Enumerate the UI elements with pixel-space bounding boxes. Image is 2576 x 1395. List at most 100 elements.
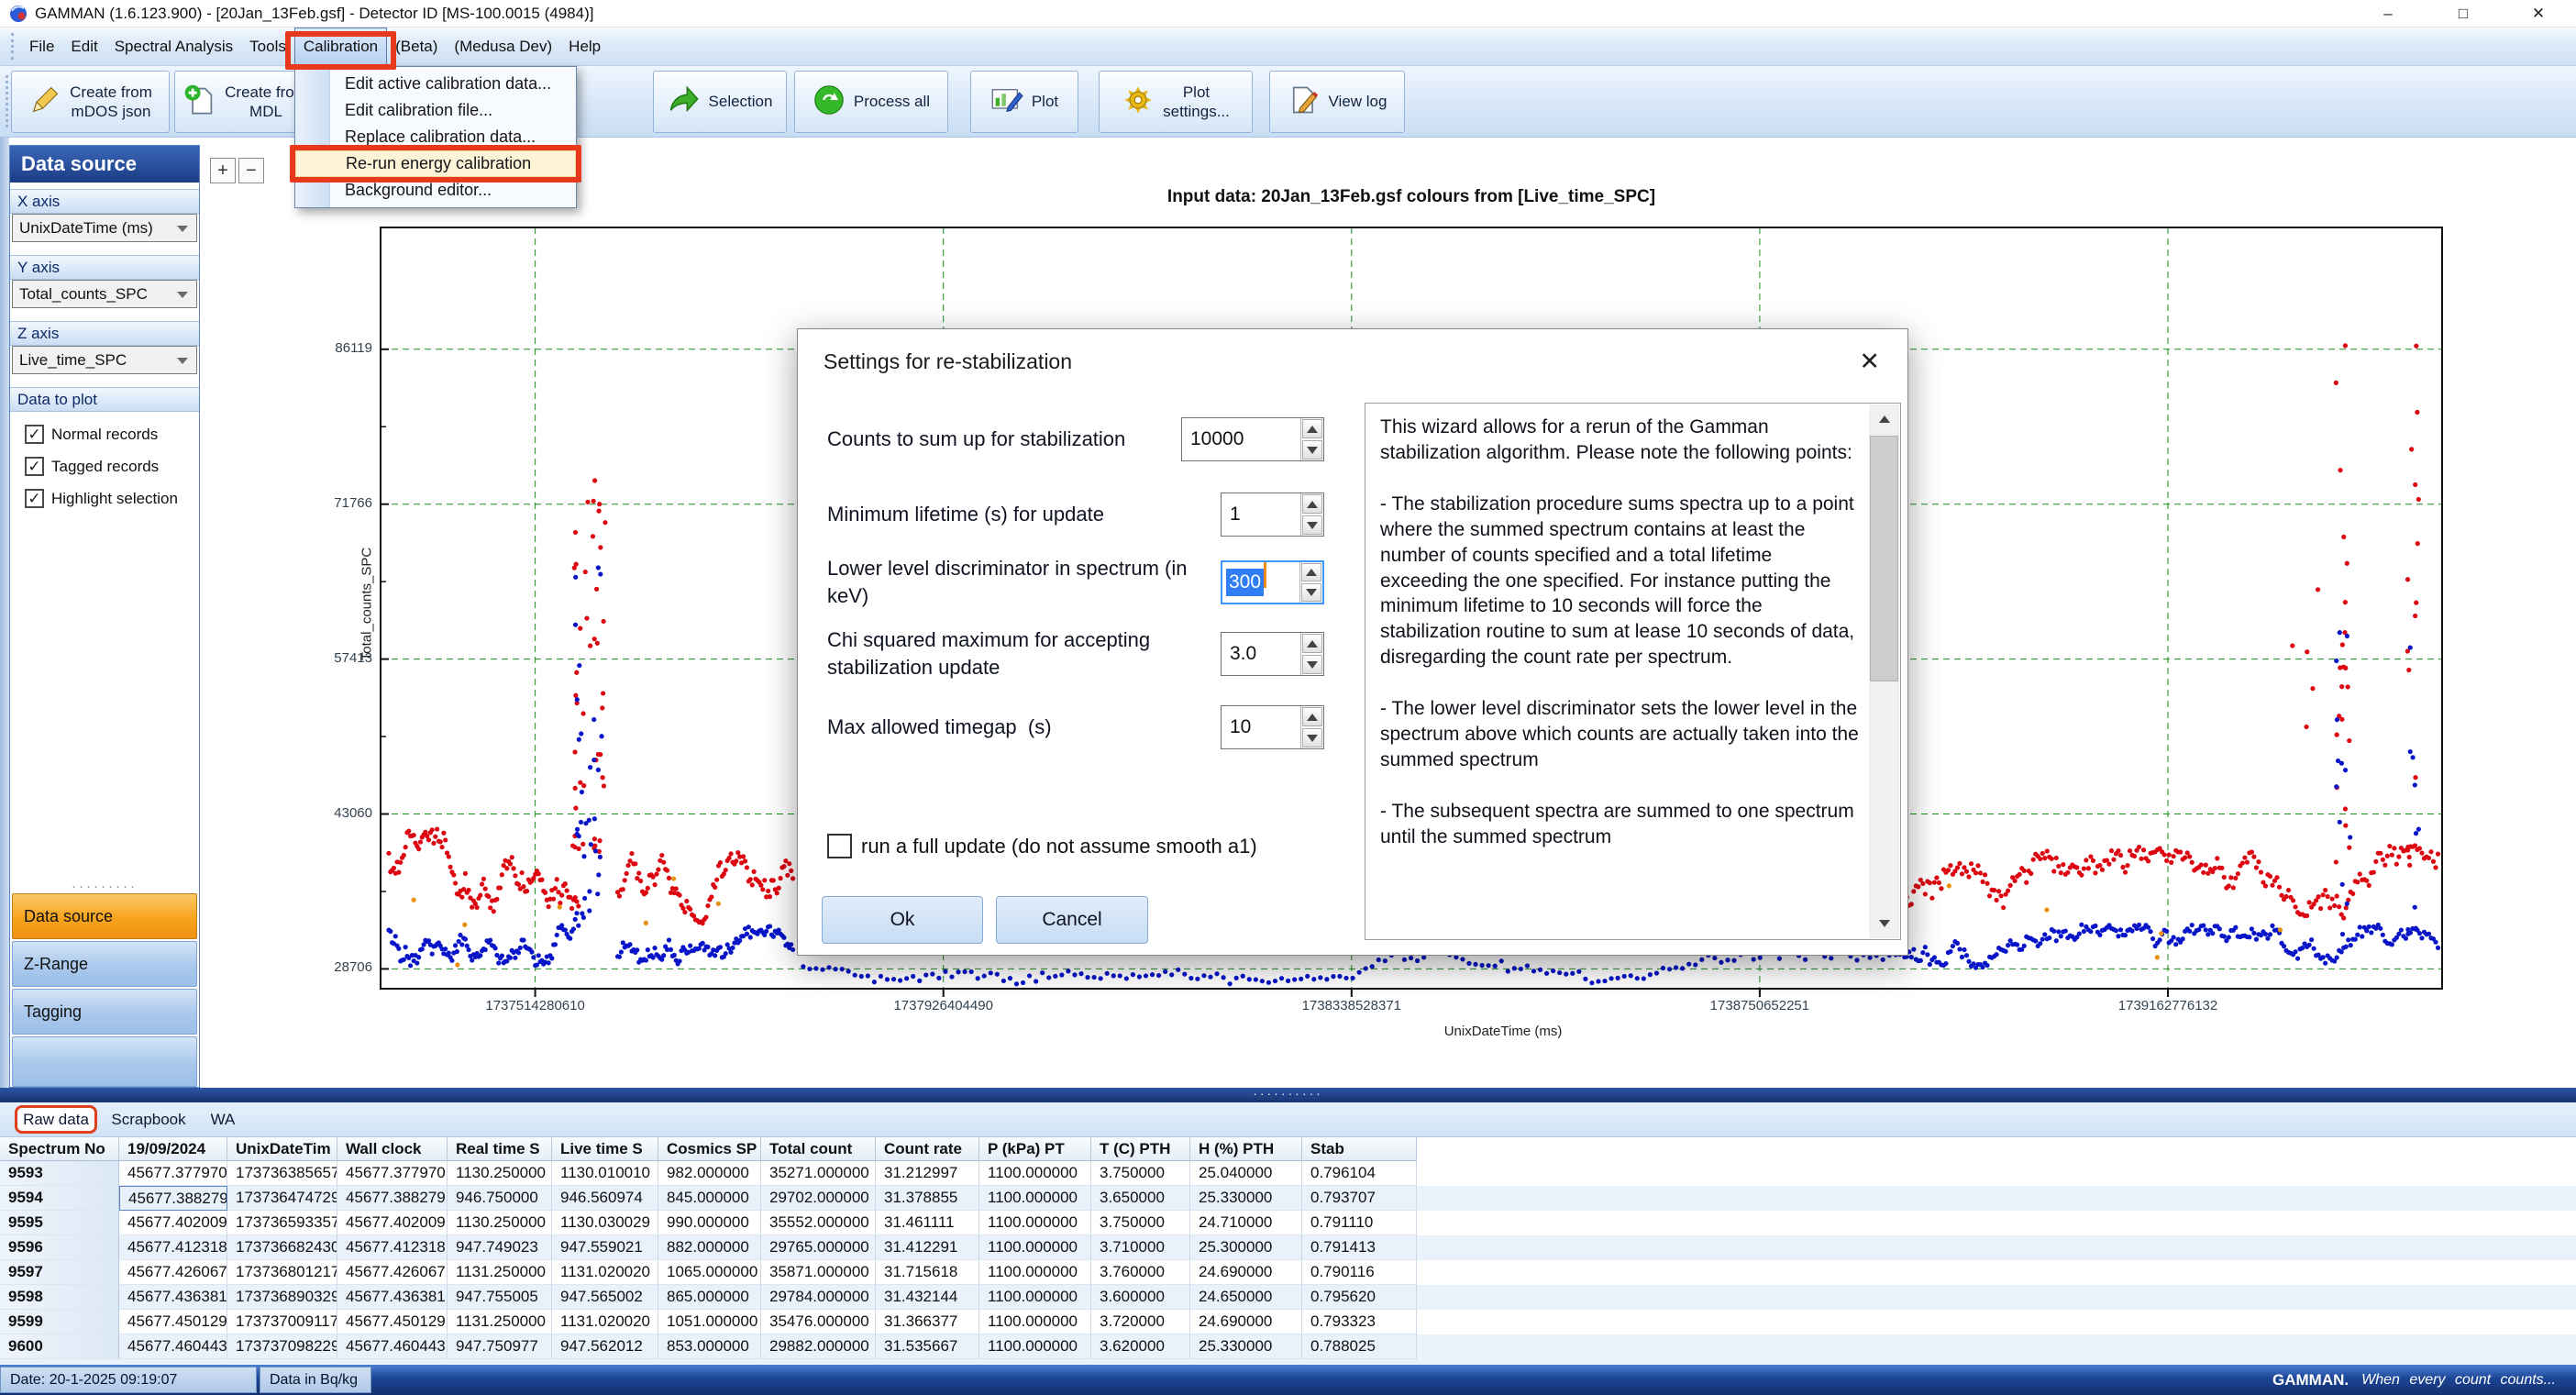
menu-item-medusa-dev[interactable]: (Medusa Dev)	[446, 28, 560, 65]
spinner-max-allowed-timegap-s[interactable]: 10	[1221, 705, 1324, 749]
spinner-value[interactable]: 3.0	[1222, 633, 1300, 675]
sidebar-nav-item[interactable]	[12, 1036, 197, 1087]
table-cell[interactable]: 173736385657	[227, 1161, 337, 1186]
table-cell[interactable]: 29784.000000	[761, 1285, 876, 1310]
help-scrollbar[interactable]	[1869, 404, 1899, 938]
spinner-chi-squared-maximum-for-accepting-stabilization-update[interactable]: 3.0	[1221, 632, 1324, 676]
table-cell[interactable]: 0.793707	[1302, 1186, 1417, 1211]
spinner-value[interactable]: 10000	[1182, 418, 1300, 460]
table-cell[interactable]: 1100.000000	[979, 1310, 1091, 1334]
table-cell[interactable]: 882.000000	[658, 1235, 761, 1260]
column-header[interactable]: H (%) PTH	[1190, 1137, 1302, 1161]
spinner-lower-level-discriminator-in-spectrum-in-kev[interactable]: 300	[1221, 560, 1324, 604]
table-cell[interactable]: 1131.250000	[448, 1310, 552, 1334]
plot-settings-button[interactable]: Plot settings...	[1099, 71, 1253, 133]
table-cell[interactable]: 173736682430	[227, 1235, 337, 1260]
menu-item-edit-calibration-file[interactable]: Edit calibration file...	[295, 97, 576, 124]
table-cell[interactable]: 1130.250000	[448, 1161, 552, 1186]
table-cell[interactable]: 1131.250000	[448, 1260, 552, 1285]
column-header[interactable]: Count rate	[876, 1137, 979, 1161]
table-cell[interactable]: 45677.412318	[337, 1235, 448, 1260]
spin-up-icon[interactable]	[1302, 634, 1322, 653]
table-cell[interactable]: 1130.030029	[552, 1211, 658, 1235]
table-cell[interactable]: 1100.000000	[979, 1260, 1091, 1285]
axis-select-y-axis[interactable]: Total_counts_SPC	[12, 280, 197, 308]
table-cell[interactable]: 45677.377970	[337, 1161, 448, 1186]
axis-select-x-axis[interactable]: UnixDateTime (ms)	[12, 214, 197, 242]
table-cell[interactable]: 1130.250000	[448, 1211, 552, 1235]
table-cell[interactable]: 173737009117	[227, 1310, 337, 1334]
table-cell[interactable]: 947.749023	[448, 1235, 552, 1260]
column-header[interactable]: Spectrum No	[0, 1137, 119, 1161]
full-update-checkbox[interactable]: run a full update (do not assume smooth …	[827, 834, 1257, 858]
spin-up-icon[interactable]	[1302, 494, 1322, 514]
table-cell[interactable]: 0.793323	[1302, 1310, 1417, 1334]
table-cell[interactable]: 31.212997	[876, 1161, 979, 1186]
spin-up-icon[interactable]	[1302, 419, 1322, 438]
table-cell[interactable]: 173736890329	[227, 1285, 337, 1310]
table-cell[interactable]: 9597	[0, 1260, 119, 1285]
table-cell[interactable]: 9594	[0, 1186, 119, 1211]
spin-down-icon[interactable]	[1302, 515, 1322, 535]
checkbox-box[interactable]: ✓	[25, 425, 44, 444]
plus-button[interactable]: +	[210, 158, 236, 183]
spin-down-icon[interactable]	[1302, 440, 1322, 459]
table-cell[interactable]: 1131.020020	[552, 1310, 658, 1334]
table-cell[interactable]: 947.562012	[552, 1334, 658, 1359]
table-cell[interactable]: 1100.000000	[979, 1161, 1091, 1186]
table-cell[interactable]: 1100.000000	[979, 1334, 1091, 1359]
spin-up-icon[interactable]	[1302, 707, 1322, 726]
table-cell[interactable]: 35871.000000	[761, 1260, 876, 1285]
table-cell[interactable]: 35271.000000	[761, 1161, 876, 1186]
sidebar-grip-handle[interactable]: ·········	[10, 882, 199, 891]
table-cell[interactable]: 3.760000	[1091, 1260, 1190, 1285]
table-cell[interactable]: 45677.460443	[119, 1334, 227, 1359]
table-cell[interactable]: 0.790116	[1302, 1260, 1417, 1285]
cancel-button[interactable]: Cancel	[996, 896, 1148, 944]
table-cell[interactable]: 45677.450129	[337, 1310, 448, 1334]
spinner-value[interactable]: 10	[1222, 706, 1300, 748]
table-cell[interactable]: 1130.010010	[552, 1161, 658, 1186]
table-cell[interactable]: 24.650000	[1190, 1285, 1302, 1310]
spin-down-icon[interactable]	[1302, 655, 1322, 674]
table-cell[interactable]: 31.432144	[876, 1285, 979, 1310]
table-cell[interactable]: 173736593357	[227, 1211, 337, 1235]
menu-item-file[interactable]: File	[21, 28, 62, 65]
table-cell[interactable]: 45677.426067	[337, 1260, 448, 1285]
table-cell[interactable]: 31.715618	[876, 1260, 979, 1285]
table-cell[interactable]: 25.330000	[1190, 1334, 1302, 1359]
table-cell[interactable]: 0.795620	[1302, 1285, 1417, 1310]
table-cell[interactable]: 3.710000	[1091, 1235, 1190, 1260]
column-header[interactable]: UnixDateTim	[227, 1137, 337, 1161]
table-cell[interactable]: 982.000000	[658, 1161, 761, 1186]
table-cell[interactable]: 3.750000	[1091, 1161, 1190, 1186]
table-cell[interactable]: 845.000000	[658, 1186, 761, 1211]
table-cell[interactable]: 45677.388279	[337, 1186, 448, 1211]
table-cell[interactable]: 173736801217	[227, 1260, 337, 1285]
dialog-close-icon[interactable]: ✕	[1859, 348, 1880, 376]
table-cell[interactable]: 1065.000000	[658, 1260, 761, 1285]
view-log-button[interactable]: View log	[1269, 71, 1405, 133]
table-cell[interactable]: 9595	[0, 1211, 119, 1235]
spin-down-icon[interactable]	[1301, 583, 1321, 602]
tab-scrapbook[interactable]: Scrapbook	[105, 1105, 193, 1134]
column-header[interactable]: Total count	[761, 1137, 876, 1161]
table-cell[interactable]: 45677.377970	[119, 1161, 227, 1186]
table-cell[interactable]: 0.791413	[1302, 1235, 1417, 1260]
table-cell[interactable]: 173737098229	[227, 1334, 337, 1359]
table-cell[interactable]: 31.412291	[876, 1235, 979, 1260]
table-cell[interactable]: 45677.412318	[119, 1235, 227, 1260]
column-header[interactable]: P (kPa) PT	[979, 1137, 1091, 1161]
table-cell[interactable]: 45677.402009	[119, 1211, 227, 1235]
column-header[interactable]: T (C) PTH	[1091, 1137, 1190, 1161]
table-cell[interactable]: 31.366377	[876, 1310, 979, 1334]
spin-down-icon[interactable]	[1302, 728, 1322, 747]
table-cell[interactable]: 173736474729	[227, 1186, 337, 1211]
table-cell[interactable]: 24.690000	[1190, 1260, 1302, 1285]
table-cell[interactable]: 35552.000000	[761, 1211, 876, 1235]
table-cell[interactable]: 29882.000000	[761, 1334, 876, 1359]
table-cell[interactable]: 31.535667	[876, 1334, 979, 1359]
sidebar-nav-data-source[interactable]: Data source	[12, 893, 197, 939]
table-cell[interactable]: 9600	[0, 1334, 119, 1359]
maximize-icon[interactable]: □	[2426, 0, 2501, 28]
